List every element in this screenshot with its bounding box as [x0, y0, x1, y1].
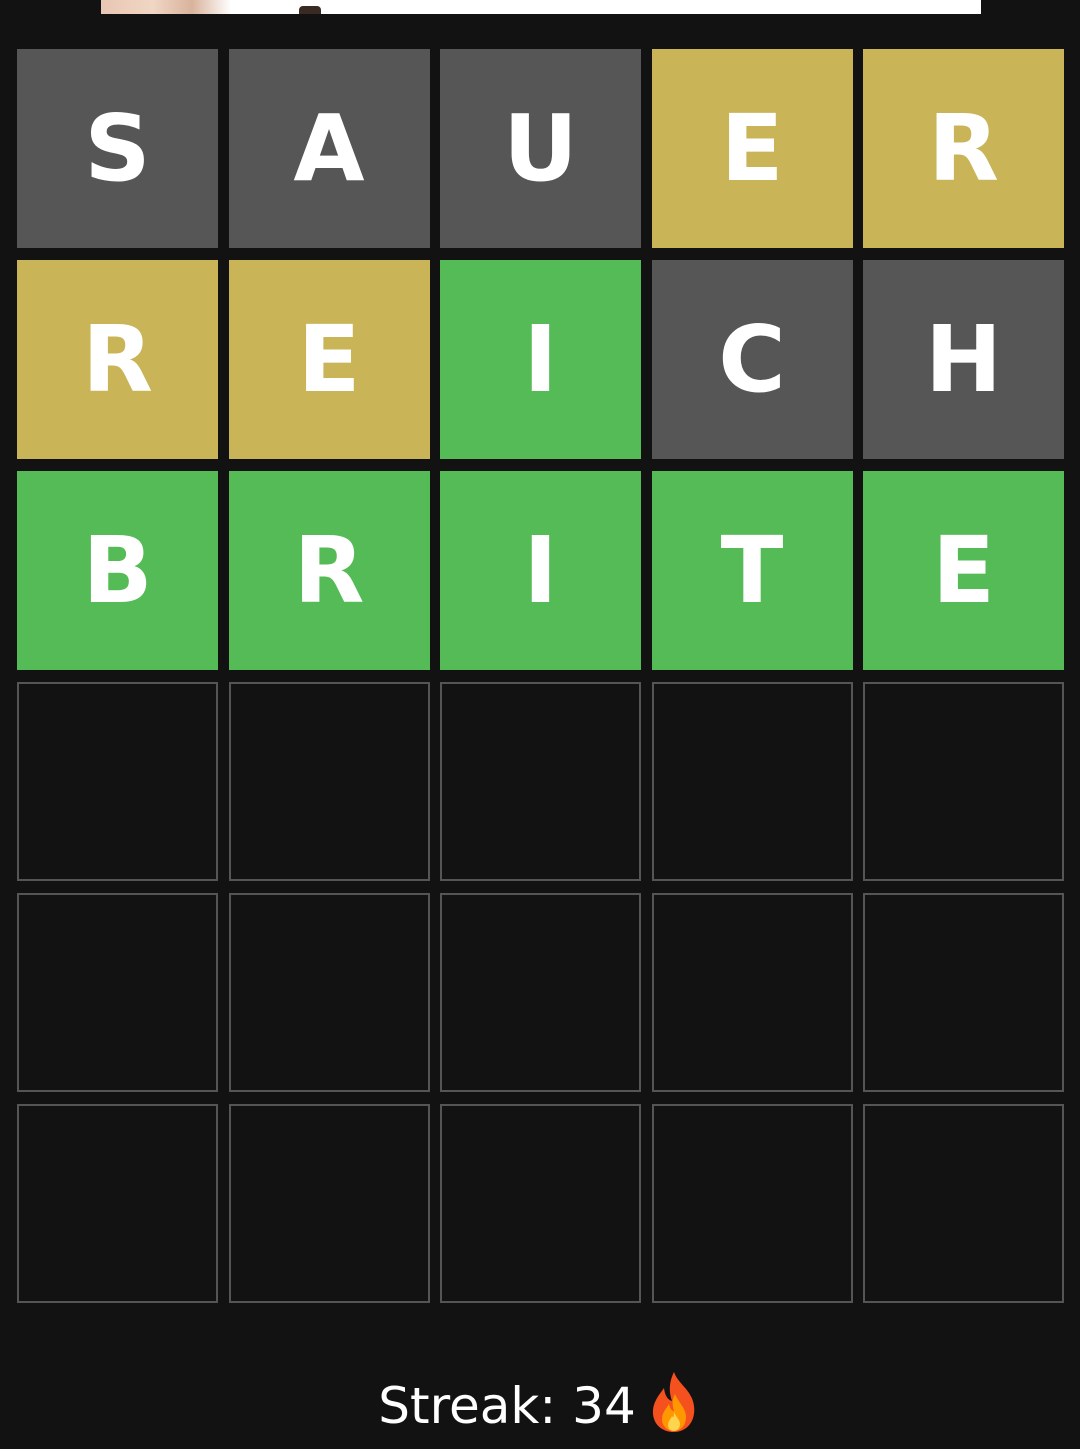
- letter-tile: E: [651, 49, 853, 248]
- letter-tile: C: [651, 260, 853, 459]
- empty-tile: [863, 893, 1064, 1092]
- letter-tile: R: [863, 49, 1064, 248]
- header-image: [101, 0, 981, 14]
- letter-tile: I: [440, 260, 641, 459]
- empty-tile: [228, 893, 430, 1092]
- empty-tile: [440, 1104, 641, 1303]
- empty-tile: [863, 682, 1064, 881]
- empty-tile: [228, 1104, 430, 1303]
- letter-tile: R: [17, 260, 218, 459]
- letter-tile: S: [17, 49, 218, 248]
- empty-tile: [228, 682, 430, 881]
- streak-label: Streak: 34: [378, 1377, 636, 1435]
- letter-tile: E: [228, 260, 430, 459]
- letter-tile: U: [440, 49, 641, 248]
- letter-tile: E: [863, 471, 1064, 670]
- header-photo-fragment: [101, 0, 231, 14]
- empty-tile: [651, 893, 853, 1092]
- letter-tile: R: [228, 471, 430, 670]
- empty-tile: [17, 893, 218, 1092]
- letter-tile: T: [651, 471, 853, 670]
- empty-tile: [440, 682, 641, 881]
- empty-tile: [440, 893, 641, 1092]
- empty-tile: [17, 1104, 218, 1303]
- header-photo-detail: [299, 6, 321, 14]
- empty-tile: [651, 1104, 853, 1303]
- empty-tile: [17, 682, 218, 881]
- letter-tile: B: [17, 471, 218, 670]
- empty-tile: [863, 1104, 1064, 1303]
- empty-tile: [651, 682, 853, 881]
- letter-tile: A: [228, 49, 430, 248]
- letter-tile: I: [440, 471, 641, 670]
- game-board: SAUERREICHBRITE: [17, 49, 1064, 1303]
- streak-counter: Streak: 34: [0, 1370, 1080, 1449]
- letter-tile: H: [863, 260, 1064, 459]
- fire-icon: [646, 1370, 702, 1449]
